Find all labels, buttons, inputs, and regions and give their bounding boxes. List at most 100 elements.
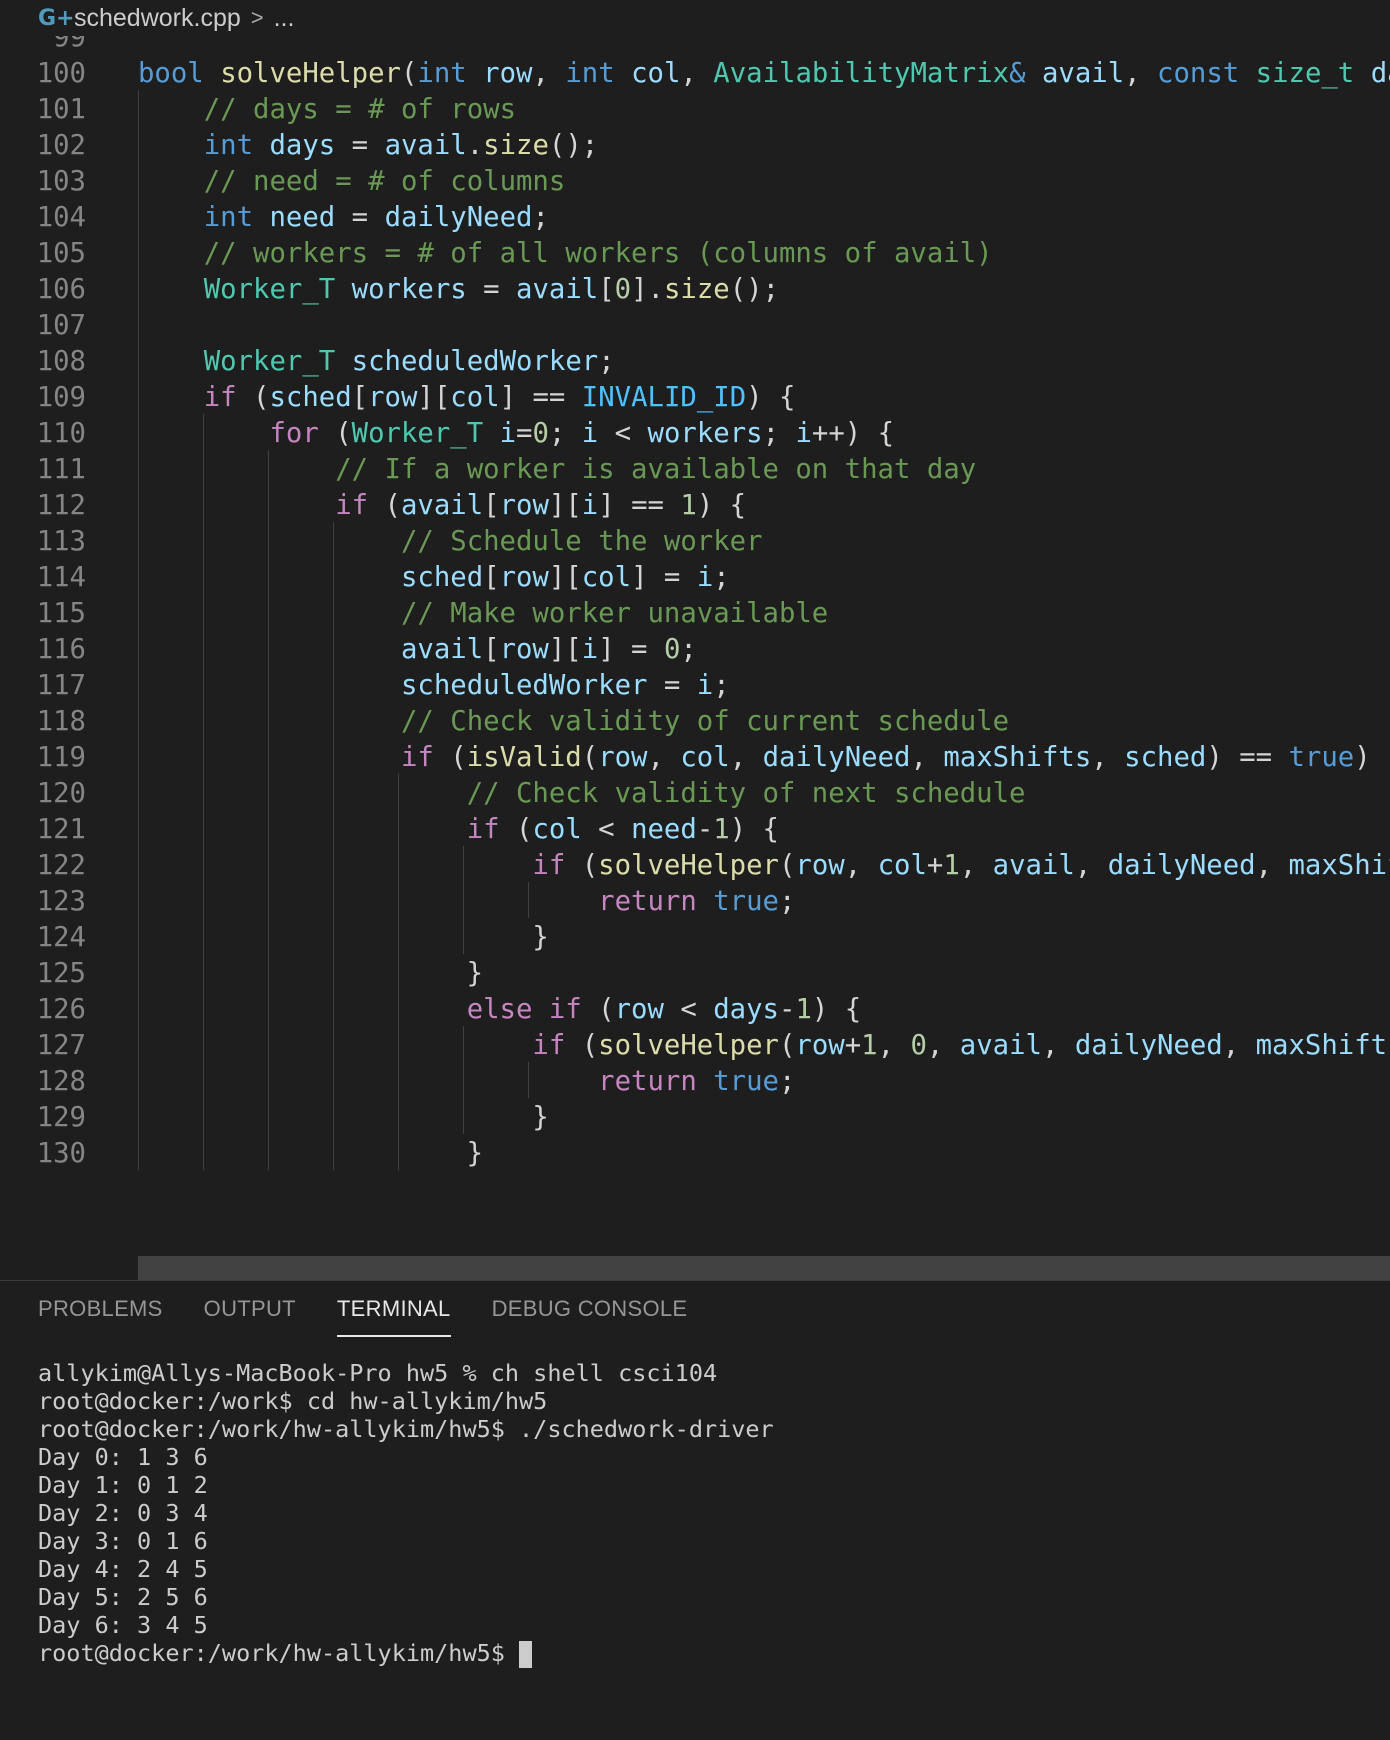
code-text: if (isValid(row, col, dailyNeed, maxShif… xyxy=(138,738,1390,778)
code-text: bool solveHelper(int row, int col, Avail… xyxy=(138,54,1390,94)
code-token: ( xyxy=(499,814,533,845)
terminal[interactable]: allykim@Allys-MacBook-Pro hw5 % ch shell… xyxy=(38,1359,774,1668)
code-line[interactable]: 105 // workers = # of all workers (colum… xyxy=(0,234,1390,274)
tab-output[interactable]: OUTPUT xyxy=(204,1281,296,1337)
code-line[interactable]: 130 } xyxy=(0,1134,1390,1174)
tab-terminal[interactable]: TERMINAL xyxy=(336,1281,451,1337)
line-number: 126 xyxy=(36,994,86,1025)
code-token: ( xyxy=(778,1030,796,1061)
code-line[interactable]: 106 Worker_T workers = avail[0].size(); xyxy=(0,270,1390,310)
code-line[interactable]: 111 // If a worker is available on that … xyxy=(0,450,1390,490)
code-token: col xyxy=(680,742,730,773)
code-token: 1 xyxy=(861,1030,878,1061)
code-token: AvailabilityMatrix xyxy=(713,58,1010,89)
breadcrumb-filename[interactable]: schedwork.cpp xyxy=(74,4,241,33)
tab-problems[interactable]: PROBLEMS xyxy=(38,1281,163,1337)
code-text: int days = avail.size(); xyxy=(138,126,598,166)
code-token: row xyxy=(368,382,418,413)
code-line[interactable]: 128 return true; xyxy=(0,1062,1390,1102)
code-text: for (Worker_T i=0; i < workers; i++) { xyxy=(138,414,894,454)
code-token: ; xyxy=(532,202,549,233)
code-token: ] = xyxy=(631,562,697,593)
code-token: sched xyxy=(400,562,484,593)
code-line[interactable]: 115 // Make worker unavailable xyxy=(0,594,1390,634)
code-line[interactable]: 102 int days = avail.size(); xyxy=(0,126,1390,166)
line-number: 100 xyxy=(36,58,86,89)
code-token: ][ xyxy=(548,634,582,665)
code-token: (); xyxy=(729,274,780,305)
code-line[interactable]: 125 } xyxy=(0,954,1390,994)
code-text: // days = # of rows xyxy=(138,90,516,130)
code-line[interactable]: 103 // need = # of columns xyxy=(0,162,1390,202)
code-token: i xyxy=(581,634,599,665)
code-token: true xyxy=(713,886,779,917)
code-text: avail[row][i] = 0; xyxy=(138,630,697,670)
line-number: 101 xyxy=(36,94,86,125)
tab-debug-console[interactable]: DEBUG CONSOLE xyxy=(492,1281,688,1337)
code-line[interactable]: 107 xyxy=(0,306,1390,346)
code-line[interactable]: 129 } xyxy=(0,1098,1390,1138)
code-token: ; xyxy=(778,886,796,917)
code-token: if xyxy=(203,382,237,413)
code-line[interactable]: 127 if (solveHelper(row+1, 0, avail, dai… xyxy=(0,1026,1390,1066)
code-line[interactable]: 120 // Check validity of next schedule xyxy=(0,774,1390,814)
code-line[interactable]: 123 return true; xyxy=(0,882,1390,922)
code-token: workers xyxy=(351,274,467,305)
code-token: < xyxy=(663,994,714,1025)
code-token: ] = xyxy=(598,634,664,665)
line-number: 118 xyxy=(36,706,86,737)
code-token: = xyxy=(516,418,533,449)
code-line[interactable]: 112 if (avail[row][i] == 1) { xyxy=(0,486,1390,526)
code-line[interactable]: 109 if (sched[row][col] == INVALID_ID) { xyxy=(0,378,1390,418)
line-number: 114 xyxy=(36,562,86,593)
code-line[interactable]: 121 if (col < need-1) { xyxy=(0,810,1390,850)
code-line[interactable]: 122 if (solveHelper(row, col+1, avail, d… xyxy=(0,846,1390,886)
code-line[interactable]: 113 // Schedule the worker xyxy=(0,522,1390,562)
line-number: 105 xyxy=(36,238,86,269)
code-editor[interactable]: 99 100 bool solveHelper(int row, int col, … xyxy=(0,36,1390,1280)
code-token: dailyNeed xyxy=(1107,850,1256,881)
code-line[interactable]: 114 sched[row][col] = i; xyxy=(0,558,1390,598)
code-token: ][ xyxy=(417,382,451,413)
code-token: ( xyxy=(368,490,401,521)
code-line[interactable]: 116 avail[row][i] = 0; xyxy=(0,630,1390,670)
line-number: 121 xyxy=(36,814,86,845)
code-token: dailyNeed xyxy=(762,742,911,773)
code-token: // Check validity of next schedule xyxy=(466,778,1026,809)
line-number: 116 xyxy=(36,634,86,665)
code-token: = xyxy=(647,670,697,701)
code-line[interactable]: 117 scheduledWorker = i; xyxy=(0,666,1390,706)
code-line[interactable]: 110 for (Worker_T i=0; i < workers; i++)… xyxy=(0,414,1390,454)
line-number: 127 xyxy=(36,1030,86,1061)
code-token: col xyxy=(450,382,500,413)
code-line[interactable]: 119 if (isValid(row, col, dailyNeed, max… xyxy=(0,738,1390,778)
horizontal-scrollbar[interactable] xyxy=(138,1256,1390,1280)
terminal-line: Day 2: 0 3 4 xyxy=(38,1499,208,1527)
code-line[interactable]: 104 int need = dailyNeed; xyxy=(0,198,1390,238)
line-number: 102 xyxy=(36,130,86,161)
code-line[interactable]: 108 Worker_T scheduledWorker; xyxy=(0,342,1390,382)
code-line[interactable]: 100 bool solveHelper(int row, int col, Av… xyxy=(0,54,1390,94)
code-line[interactable]: 118 // Check validity of current schedul… xyxy=(0,702,1390,742)
code-token: else xyxy=(466,994,533,1025)
code-token: i xyxy=(696,562,714,593)
breadcrumb-more[interactable]: ... xyxy=(274,4,295,33)
code-line[interactable]: 124 } xyxy=(0,918,1390,958)
code-text: // If a worker is available on that day xyxy=(138,450,976,490)
code-token: , xyxy=(1091,742,1125,773)
line-number: 109 xyxy=(36,382,86,413)
code-token: [ xyxy=(483,562,500,593)
code-token: need xyxy=(269,202,336,233)
code-line[interactable]: 101 // days = # of rows xyxy=(0,90,1390,130)
code-token: scheduledWorker xyxy=(351,346,599,377)
terminal-prompt-line[interactable]: root@docker:/work/hw-allykim/hw5$ xyxy=(38,1639,774,1668)
code-token: . xyxy=(466,130,484,161)
code-line[interactable]: 126 else if (row < days-1) { xyxy=(0,990,1390,1030)
